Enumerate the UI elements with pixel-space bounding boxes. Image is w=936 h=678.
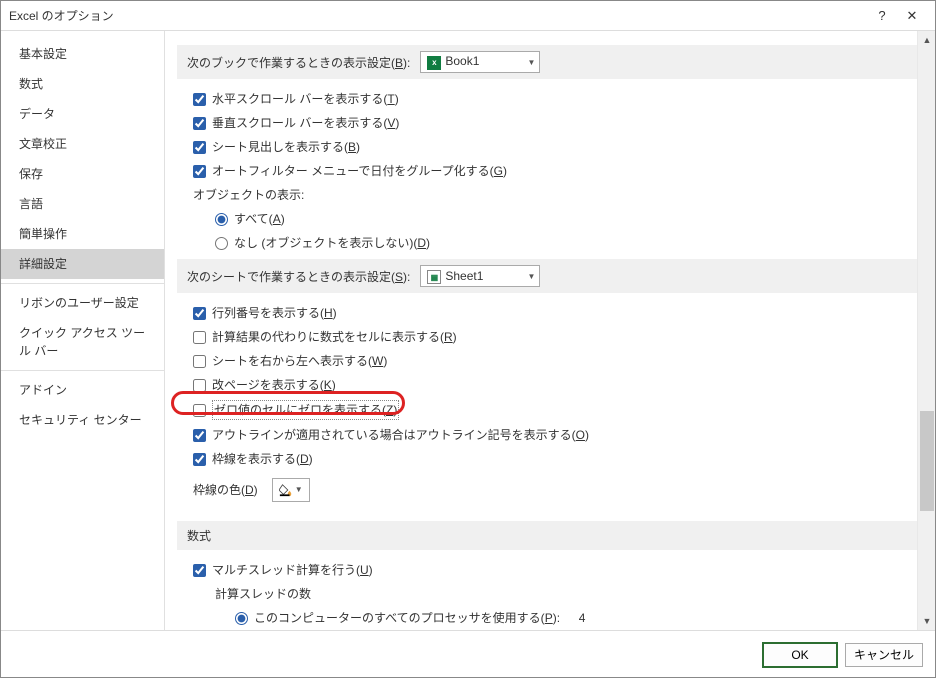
rowcol-checkbox[interactable] xyxy=(193,307,206,320)
multithread-label: マルチスレッド計算を行う(U) xyxy=(212,561,373,579)
pagebreak-checkbox[interactable] xyxy=(193,379,206,392)
nav-data[interactable]: データ xyxy=(1,99,164,129)
section-book-header: 次のブックで作業するときの表示設定(B): xBook1▼ xyxy=(177,45,917,79)
showformula-label: 計算結果の代わりに数式をセルに表示する(R) xyxy=(212,328,457,346)
scroll-down-button[interactable]: ▼ xyxy=(918,612,935,630)
multithread-checkbox[interactable] xyxy=(193,564,206,577)
hscroll-label: 水平スクロール バーを表示する(T) xyxy=(212,90,399,108)
allcpu-radio[interactable] xyxy=(235,612,248,625)
footer: OK キャンセル xyxy=(1,630,935,678)
pagebreak-label: 改ページを表示する(K) xyxy=(212,376,336,394)
section-sheet-header: 次のシートで作業するときの表示設定(S): ▦Sheet1▼ xyxy=(177,259,917,293)
rtl-label: シートを右から左へ表示する(W) xyxy=(212,352,387,370)
nav-advanced[interactable]: 詳細設定 xyxy=(1,249,164,279)
showformula-checkbox[interactable] xyxy=(193,331,206,344)
vertical-scrollbar[interactable]: ▲ ▼ xyxy=(917,31,935,630)
nav-ribbon[interactable]: リボンのユーザー設定 xyxy=(1,288,164,318)
gridcolor-label: 枠線の色(D) xyxy=(193,481,258,499)
scroll-up-button[interactable]: ▲ xyxy=(918,31,935,49)
nav-proofing[interactable]: 文章校正 xyxy=(1,129,164,159)
gridlines-label: 枠線を表示する(D) xyxy=(212,450,313,468)
obj-all-radio[interactable] xyxy=(215,213,228,226)
showzero-label: ゼロ値のセルにゼロを表示する(Z) xyxy=(212,400,399,420)
nav-addins[interactable]: アドイン xyxy=(1,375,164,405)
obj-all-label: すべて(A) xyxy=(234,210,285,228)
sheettabs-checkbox[interactable] xyxy=(193,141,206,154)
sheet-combo[interactable]: ▦Sheet1▼ xyxy=(420,265,540,287)
chevron-down-icon: ▼ xyxy=(295,484,303,496)
nav-qat[interactable]: クイック アクセス ツール バー xyxy=(1,318,164,366)
rowcol-label: 行列番号を表示する(H) xyxy=(212,304,337,322)
objects-label: オブジェクトの表示: xyxy=(193,186,304,204)
autofilter-label: オートフィルター メニューで日付をグループ化する(G) xyxy=(212,162,507,180)
rtl-checkbox[interactable] xyxy=(193,355,206,368)
window-title: Excel のオプション xyxy=(9,7,867,24)
gridlines-checkbox[interactable] xyxy=(193,453,206,466)
nav-formulas[interactable]: 数式 xyxy=(1,69,164,99)
hscroll-checkbox[interactable] xyxy=(193,93,206,106)
nav-trustcenter[interactable]: セキュリティ センター xyxy=(1,405,164,435)
title-bar: Excel のオプション ? ✕ xyxy=(1,1,935,31)
sheettabs-label: シート見出しを表示する(B) xyxy=(212,138,360,156)
nav-easyaccess[interactable]: 簡単操作 xyxy=(1,219,164,249)
showzero-checkbox[interactable] xyxy=(193,404,206,417)
close-button[interactable]: ✕ xyxy=(897,1,927,31)
autofilter-checkbox[interactable] xyxy=(193,165,206,178)
cancel-button[interactable]: キャンセル xyxy=(845,643,923,667)
nav-basic[interactable]: 基本設定 xyxy=(1,39,164,69)
nav-language[interactable]: 言語 xyxy=(1,189,164,219)
chevron-down-icon: ▼ xyxy=(527,272,535,281)
scroll-thumb[interactable] xyxy=(920,411,934,511)
cpucount-value: 4 xyxy=(579,609,586,627)
vscroll-checkbox[interactable] xyxy=(193,117,206,130)
allcpu-label: このコンピューターのすべてのプロセッサを使用する(P): xyxy=(254,609,560,627)
help-button[interactable]: ? xyxy=(867,1,897,31)
nav-save[interactable]: 保存 xyxy=(1,159,164,189)
obj-none-radio[interactable] xyxy=(215,237,228,250)
vscroll-label: 垂直スクロール バーを表示する(V) xyxy=(212,114,399,132)
obj-none-label: なし (オブジェクトを表示しない)(D) xyxy=(234,234,430,252)
section-formula-header: 数式 xyxy=(177,521,917,550)
gridcolor-button[interactable]: ▼ xyxy=(272,478,310,502)
chevron-down-icon: ▼ xyxy=(527,58,535,67)
fill-bucket-icon xyxy=(279,483,293,497)
book-combo[interactable]: xBook1▼ xyxy=(420,51,540,73)
outline-checkbox[interactable] xyxy=(193,429,206,442)
sidebar: 基本設定 数式 データ 文章校正 保存 言語 簡単操作 詳細設定 リボンのユーザ… xyxy=(1,31,165,630)
threads-label: 計算スレッドの数 xyxy=(215,585,311,603)
ok-button[interactable]: OK xyxy=(763,643,837,667)
outline-label: アウトラインが適用されている場合はアウトライン記号を表示する(O) xyxy=(212,426,589,444)
